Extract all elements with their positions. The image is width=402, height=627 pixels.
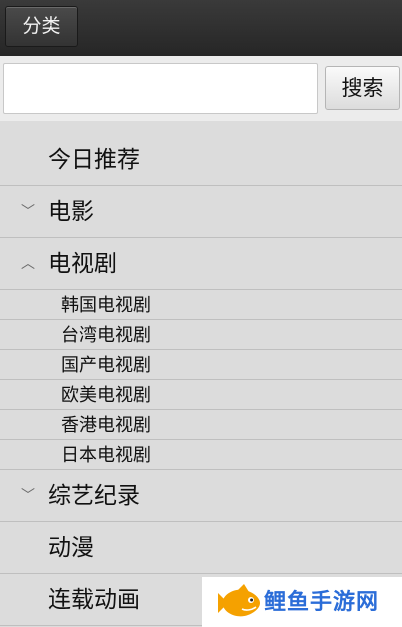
- search-button[interactable]: 搜索: [325, 66, 400, 110]
- chevron-down-icon: ﹀: [21, 204, 35, 220]
- search-input[interactable]: [3, 63, 318, 114]
- menu-item-today-recommend[interactable]: 今日推荐: [0, 121, 402, 186]
- menu-item-label: 动漫: [48, 535, 94, 561]
- search-bar: 搜索: [0, 56, 402, 121]
- submenu-item-label: 香港电视剧: [61, 415, 151, 436]
- menu-item-label: 综艺纪录: [48, 483, 140, 509]
- submenu-item-label: 国产电视剧: [61, 355, 151, 376]
- menu-item-label: 电影: [48, 199, 94, 225]
- submenu-item-western-tv[interactable]: 欧美电视剧: [0, 380, 402, 410]
- menu-item-label: 连载动画: [48, 587, 140, 613]
- top-bar: 分类: [0, 0, 402, 56]
- category-menu: 今日推荐 ﹀ 电影 ︿ 电视剧 韩国电视剧 台湾电视剧 国产电视剧 欧美电视剧 …: [0, 121, 402, 626]
- menu-item-chevron: [19, 574, 37, 626]
- menu-item-anime[interactable]: 动漫: [0, 522, 402, 574]
- menu-item-chevron: [19, 522, 37, 574]
- watermark-logo: 鲤鱼手游网: [202, 577, 402, 627]
- menu-item-variety-documentary[interactable]: ﹀ 综艺纪录: [0, 470, 402, 522]
- carp-fish-icon: [218, 584, 260, 617]
- chevron-up-icon: ︿: [21, 256, 35, 272]
- menu-item-tv-series[interactable]: ︿ 电视剧: [0, 238, 402, 290]
- submenu-item-domestic-tv[interactable]: 国产电视剧: [0, 350, 402, 380]
- chevron-down-icon: ﹀: [21, 488, 35, 504]
- menu-item-movies[interactable]: ﹀ 电影: [0, 186, 402, 238]
- watermark-text: 鲤鱼手游网: [264, 590, 380, 615]
- category-button[interactable]: 分类: [5, 6, 78, 47]
- submenu-item-japanese-tv[interactable]: 日本电视剧: [0, 440, 402, 470]
- submenu-item-korean-tv[interactable]: 韩国电视剧: [0, 290, 402, 320]
- menu-item-label: 电视剧: [48, 251, 117, 277]
- submenu-item-hongkong-tv[interactable]: 香港电视剧: [0, 410, 402, 440]
- submenu-item-label: 韩国电视剧: [61, 295, 151, 316]
- menu-item-label: 今日推荐: [48, 147, 140, 173]
- submenu-item-label: 台湾电视剧: [61, 325, 151, 346]
- submenu-item-label: 欧美电视剧: [61, 385, 151, 406]
- submenu-item-taiwan-tv[interactable]: 台湾电视剧: [0, 320, 402, 350]
- menu-item-chevron: [19, 121, 37, 173]
- submenu-item-label: 日本电视剧: [61, 445, 151, 466]
